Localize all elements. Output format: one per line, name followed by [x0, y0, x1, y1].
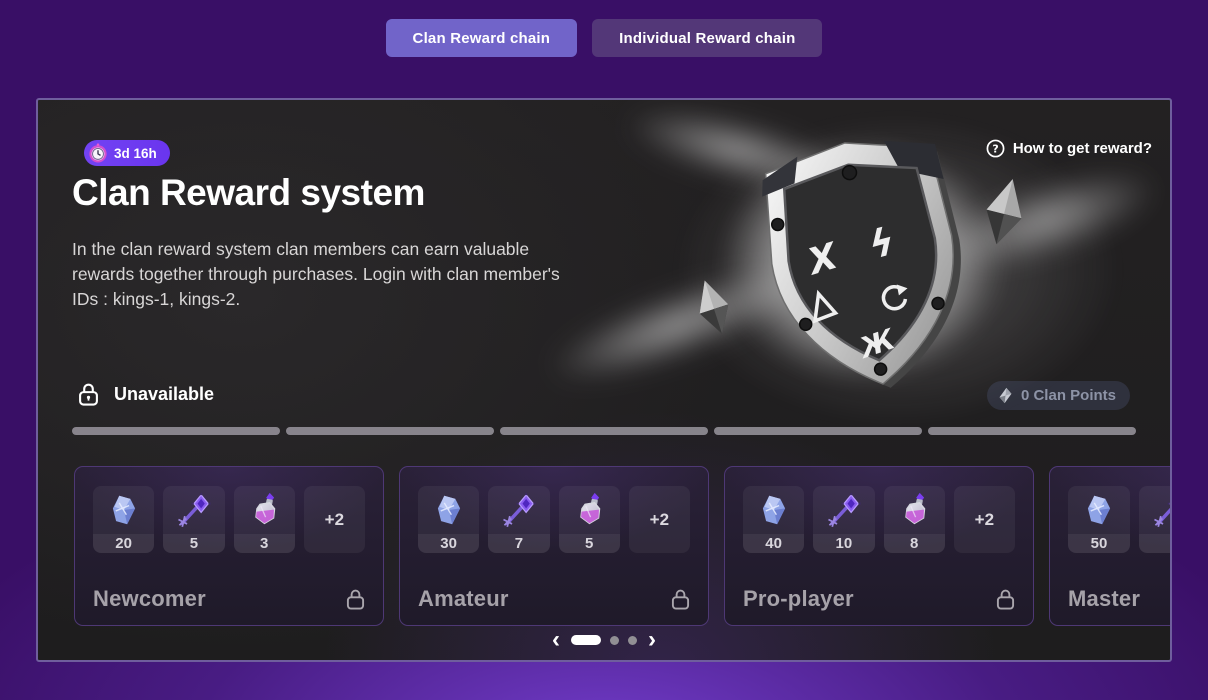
reward-item-tile: 7	[488, 486, 549, 553]
reward-items: 40 10 8 +2	[743, 486, 1015, 553]
crystal-gem-icon	[430, 491, 468, 529]
reward-items: 30 7 5 +2	[418, 486, 690, 553]
item-count: 20	[93, 534, 154, 553]
clan-points-badge: 0 Clan Points	[987, 381, 1130, 410]
item-count: 7	[488, 534, 549, 553]
reward-item-tile: 3	[234, 486, 295, 553]
lock-icon	[346, 588, 365, 611]
item-count: 5	[163, 534, 224, 553]
tab-individual-reward-chain[interactable]: Individual Reward chain	[592, 19, 822, 57]
shield: X ϟ Ж	[755, 128, 981, 404]
magic-wand-icon	[1151, 491, 1172, 529]
reward-item-tile: 20	[93, 486, 154, 553]
carousel-prev-button[interactable]: ‹	[550, 630, 562, 650]
page-title: Clan Reward system	[72, 172, 425, 214]
progress-segment	[928, 427, 1136, 435]
clan-points-label: 0 Clan Points	[1021, 387, 1116, 404]
reward-card-pro-player[interactable]: 40 10 8 +2 Pro-player	[724, 466, 1034, 626]
progress-segment	[286, 427, 494, 435]
magic-wand-icon	[175, 491, 213, 529]
lock-icon	[996, 588, 1015, 611]
more-items-tile: +2	[304, 486, 365, 553]
crystal-left	[690, 276, 736, 339]
carousel-next-button[interactable]: ›	[646, 630, 658, 650]
progress-segment	[500, 427, 708, 435]
clan-gem-icon	[997, 386, 1014, 405]
crystal-gem-icon	[105, 491, 143, 529]
item-count: 3	[234, 534, 295, 553]
more-items-tile: +2	[954, 486, 1015, 553]
stopwatch-icon	[88, 143, 108, 163]
reward-items: 20 5 3 +2	[93, 486, 365, 553]
how-to-get-reward-link[interactable]: ? How to get reward?	[986, 139, 1152, 158]
reward-card-master[interactable]: 50 Master	[1049, 466, 1172, 626]
card-title: Newcomer	[93, 586, 206, 612]
reward-items: 50	[1068, 486, 1172, 553]
reward-card-newcomer[interactable]: 20 5 3 +2 Newcomer	[74, 466, 384, 626]
reward-chain-tabs: Clan Reward chain Individual Reward chai…	[0, 19, 1208, 57]
more-items-tile: +2	[629, 486, 690, 553]
reward-card-amateur[interactable]: 30 7 5 +2 Amateur	[399, 466, 709, 626]
crystal-gem-icon	[755, 491, 793, 529]
status-label: Unavailable	[114, 384, 214, 405]
crystal-right	[979, 175, 1030, 249]
item-count: 40	[743, 534, 804, 553]
reward-item-tile: 30	[418, 486, 479, 553]
potion-icon	[895, 491, 933, 529]
reward-item-tile: 10	[813, 486, 874, 553]
card-title: Pro-player	[743, 586, 854, 612]
reward-item-tile: 50	[1068, 486, 1130, 553]
timer-label: 3d 16h	[114, 146, 157, 161]
progress-segment	[714, 427, 922, 435]
item-count: 30	[418, 534, 479, 553]
tab-clan-reward-chain[interactable]: Clan Reward chain	[386, 19, 578, 57]
clan-reward-panel: X ϟ Ж 3d 16h Clan Reward system In the c…	[36, 98, 1172, 662]
item-count: 10	[813, 534, 874, 553]
reward-tier-cards: 20 5 3 +2 Newcomer	[74, 466, 1172, 626]
item-count: 8	[884, 534, 945, 553]
magic-wand-icon	[825, 491, 863, 529]
card-title: Master	[1068, 586, 1140, 612]
potion-icon	[570, 491, 608, 529]
reward-item-tile: 40	[743, 486, 804, 553]
progress-segment	[72, 427, 280, 435]
item-count	[1139, 534, 1172, 553]
reward-item-tile: 5	[559, 486, 620, 553]
reward-item-tile: 5	[163, 486, 224, 553]
reward-item-tile	[1139, 486, 1172, 553]
magic-wand-icon	[500, 491, 538, 529]
page-description: In the clan reward system clan members c…	[72, 237, 572, 312]
help-label: How to get reward?	[1013, 140, 1152, 157]
lock-icon	[78, 382, 99, 407]
carousel-page-dot[interactable]	[628, 636, 637, 645]
cards-carousel-controls: ‹ ›	[550, 630, 658, 650]
timer-badge: 3d 16h	[84, 140, 170, 166]
carousel-page-dot[interactable]	[610, 636, 619, 645]
svg-text:?: ?	[992, 142, 998, 155]
crystal-gem-icon	[1080, 491, 1118, 529]
question-icon: ?	[986, 139, 1005, 158]
reward-progress-bar	[72, 427, 1136, 435]
item-count: 50	[1068, 534, 1130, 553]
status-row: Unavailable	[78, 382, 214, 407]
potion-icon	[245, 491, 283, 529]
lock-icon	[671, 588, 690, 611]
carousel-page-active[interactable]	[571, 635, 601, 645]
card-title: Amateur	[418, 586, 509, 612]
reward-item-tile: 8	[884, 486, 945, 553]
clan-shield-illustration: X ϟ Ж	[652, 114, 1072, 414]
item-count: 5	[559, 534, 620, 553]
